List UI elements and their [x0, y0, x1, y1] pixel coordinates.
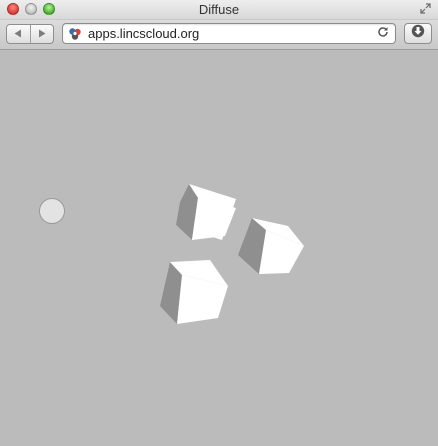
zoom-window-button[interactable] [43, 3, 55, 15]
reload-icon[interactable] [377, 26, 389, 41]
forward-button[interactable] [29, 25, 54, 43]
page-canvas[interactable] [0, 50, 438, 446]
cube-1[interactable] [176, 184, 236, 240]
site-favicon-icon [68, 27, 82, 41]
window-title: Diffuse [198, 2, 240, 17]
downloads-button[interactable] [404, 23, 432, 44]
close-window-button[interactable] [7, 3, 19, 15]
forward-arrow-icon [38, 29, 46, 40]
fullscreen-icon[interactable] [419, 3, 432, 16]
address-bar[interactable]: apps.lincscloud.org [62, 23, 396, 44]
minimize-window-button[interactable] [25, 3, 37, 15]
navigation-buttons [6, 24, 54, 44]
title-bar[interactable]: Diffuse [0, 0, 438, 20]
url-text[interactable]: apps.lincscloud.org [88, 26, 199, 41]
downloads-icon [411, 24, 425, 43]
cube-3[interactable] [160, 260, 228, 324]
window-controls [7, 3, 55, 15]
browser-toolbar: apps.lincscloud.org [0, 20, 438, 50]
browser-window: Diffuse apps.lincscloud.org [0, 0, 438, 446]
cube-scene [160, 184, 304, 324]
back-arrow-icon [14, 29, 22, 40]
back-button[interactable] [7, 25, 30, 43]
cube-2[interactable] [238, 218, 304, 274]
